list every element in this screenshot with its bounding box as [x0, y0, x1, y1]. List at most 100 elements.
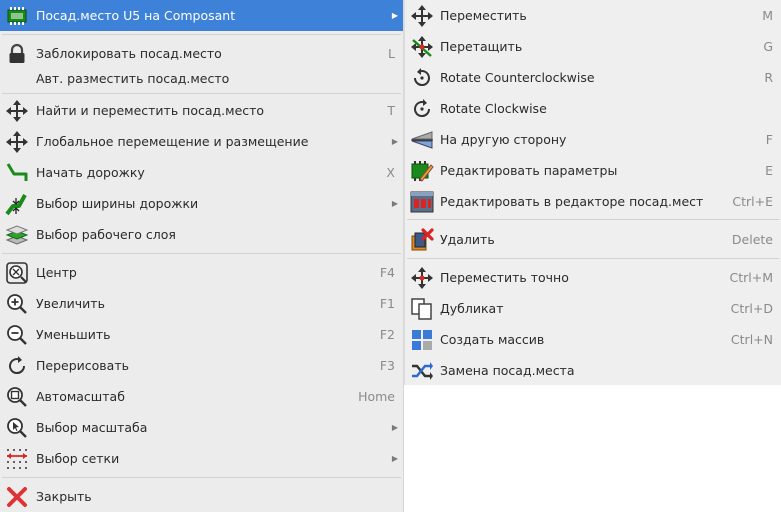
context-menu: Посад.место U5 на Composant ▶ Заблокиров… [0, 0, 404, 512]
menu-item-label: Выбор сетки [36, 451, 120, 466]
menu-item-label: Уменьшить [36, 327, 111, 342]
close-icon [5, 485, 29, 509]
menu-item-zoom-out[interactable]: Уменьшить F2 [0, 319, 403, 350]
shortcut-label: F1 [379, 296, 395, 311]
menu-item-label: Закрыть [36, 489, 92, 504]
menu-item-label: Выбор ширины дорожки [36, 196, 199, 211]
separator [407, 258, 779, 259]
menu-item-zoom-center[interactable]: Центр F4 [0, 257, 403, 288]
track-width-icon [5, 192, 29, 216]
shortcut-label: F3 [379, 358, 395, 373]
shortcut-label: F [765, 132, 773, 147]
menu-item-label: Увеличить [36, 296, 105, 311]
move-arrows-icon [5, 99, 29, 123]
shortcut-label: F2 [379, 327, 395, 342]
shortcut-label: G [763, 39, 773, 54]
menu-item-label: Выбор рабочего слоя [36, 227, 176, 242]
submenu-item-footprint-editor[interactable]: Редактировать в редакторе посад.мест Ctr… [405, 186, 781, 217]
redraw-icon [5, 354, 29, 378]
menu-item-label: Rotate Clockwise [440, 101, 547, 116]
track-icon [5, 161, 29, 185]
menu-item-start-track[interactable]: Начать дорожку X [0, 157, 403, 188]
submenu-item-move[interactable]: Переместить M [405, 0, 781, 31]
array-icon [410, 328, 434, 352]
submenu-item-rotate-ccw[interactable]: Rotate Counterclockwise R [405, 62, 781, 93]
menu-item-label: Найти и переместить посад.место [36, 103, 265, 118]
shortcut-label: Ctrl+D [730, 301, 773, 316]
submenu-arrow-icon: ▶ [391, 11, 398, 20]
separator [2, 93, 401, 94]
footprint-editor-icon [410, 190, 434, 214]
submenu-arrow-icon: ▶ [391, 454, 398, 463]
move-arrows-icon [410, 4, 434, 28]
menu-item-label: Глобальное перемещение и размещение [36, 134, 309, 149]
shortcut-label: Ctrl+M [729, 270, 774, 285]
menu-item-select-layer[interactable]: Выбор рабочего слоя [0, 219, 403, 250]
shortcut-label: Home [358, 389, 395, 404]
submenu-item-duplicate[interactable]: Дубликат Ctrl+D [405, 293, 781, 324]
submenu-item-flip[interactable]: На другую сторону F [405, 124, 781, 155]
separator [2, 253, 401, 254]
submenu-arrow-icon: ▶ [391, 423, 398, 432]
shortcut-label: Ctrl+E [732, 194, 773, 209]
menu-item-close[interactable]: Закрыть [0, 481, 403, 512]
submenu-item-create-array[interactable]: Создать массив Ctrl+N [405, 324, 781, 355]
menu-item-track-width[interactable]: Выбор ширины дорожки ▶ [0, 188, 403, 219]
zoom-in-icon [5, 292, 29, 316]
edit-properties-icon [410, 159, 434, 183]
menu-item-label: Создать массив [440, 332, 545, 347]
menu-item-label: Перетащить [440, 39, 523, 54]
zoom-fit-icon [5, 385, 29, 409]
menu-item-zoom-fit[interactable]: Автомасштаб Home [0, 381, 403, 412]
menu-item-label: Удалить [440, 232, 495, 247]
submenu-arrow-icon: ▶ [391, 137, 398, 146]
menu-item-label: Замена посад.места [440, 363, 575, 378]
exchange-icon [410, 359, 434, 383]
menu-item-redraw[interactable]: Перерисовать F3 [0, 350, 403, 381]
submenu-item-edit-properties[interactable]: Редактировать параметры E [405, 155, 781, 186]
zoom-out-icon [5, 323, 29, 347]
drag-icon [410, 35, 434, 59]
submenu-item-move-exact[interactable]: Переместить точно Ctrl+M [405, 262, 781, 293]
menu-item-label: Выбор масштаба [36, 420, 148, 435]
menu-item-label: Rotate Counterclockwise [440, 70, 595, 85]
delete-icon [410, 228, 434, 252]
separator [2, 477, 401, 478]
menu-item-label: На другую сторону [440, 132, 567, 147]
grid-icon [5, 447, 29, 471]
move-arrows-icon [5, 130, 29, 154]
menu-item-grid-select[interactable]: Выбор сетки ▶ [0, 443, 403, 474]
shortcut-label: Delete [731, 232, 773, 247]
menu-item-find-move-footprint[interactable]: Найти и переместить посад.место T [0, 95, 403, 126]
submenu-item-drag[interactable]: Перетащить G [405, 31, 781, 62]
submenu-item-rotate-cw[interactable]: Rotate Clockwise [405, 93, 781, 124]
separator [407, 219, 779, 220]
menu-item-label: Редактировать параметры [440, 163, 618, 178]
flip-icon [410, 128, 434, 152]
menu-item-label: Дубликат [440, 301, 504, 316]
menu-item-zoom-select[interactable]: Выбор масштаба ▶ [0, 412, 403, 443]
menu-item-label: Переместить [440, 8, 527, 23]
menu-item-label: Авт. разместить посад.место [36, 71, 230, 86]
menu-item-label: Автомасштаб [36, 389, 125, 404]
rotate-cw-icon [410, 97, 434, 121]
zoom-select-icon [5, 416, 29, 440]
layers-icon [5, 223, 29, 247]
footprint-icon [5, 4, 29, 28]
submenu-item-delete[interactable]: Удалить Delete [405, 224, 781, 255]
menu-item-label: Переместить точно [440, 270, 569, 285]
menu-item-label: Начать дорожку [36, 165, 145, 180]
menu-item-global-move[interactable]: Глобальное перемещение и размещение ▶ [0, 126, 403, 157]
zoom-center-icon [5, 261, 29, 285]
shortcut-label: X [386, 165, 395, 180]
menu-item-autoplace-footprint[interactable]: Авт. разместить посад.место [0, 63, 403, 94]
shortcut-label: M [762, 8, 773, 23]
menu-item-footprint-submenu[interactable]: Посад.место U5 на Composant ▶ [0, 0, 403, 31]
submenu-item-exchange-footprint[interactable]: Замена посад.места [405, 355, 781, 386]
move-exact-icon [410, 266, 434, 290]
menu-item-zoom-in[interactable]: Увеличить F1 [0, 288, 403, 319]
shortcut-label: Ctrl+N [730, 332, 773, 347]
shortcut-label: T [387, 103, 395, 118]
menu-item-label: Центр [36, 265, 77, 280]
menu-item-label: Перерисовать [36, 358, 129, 373]
